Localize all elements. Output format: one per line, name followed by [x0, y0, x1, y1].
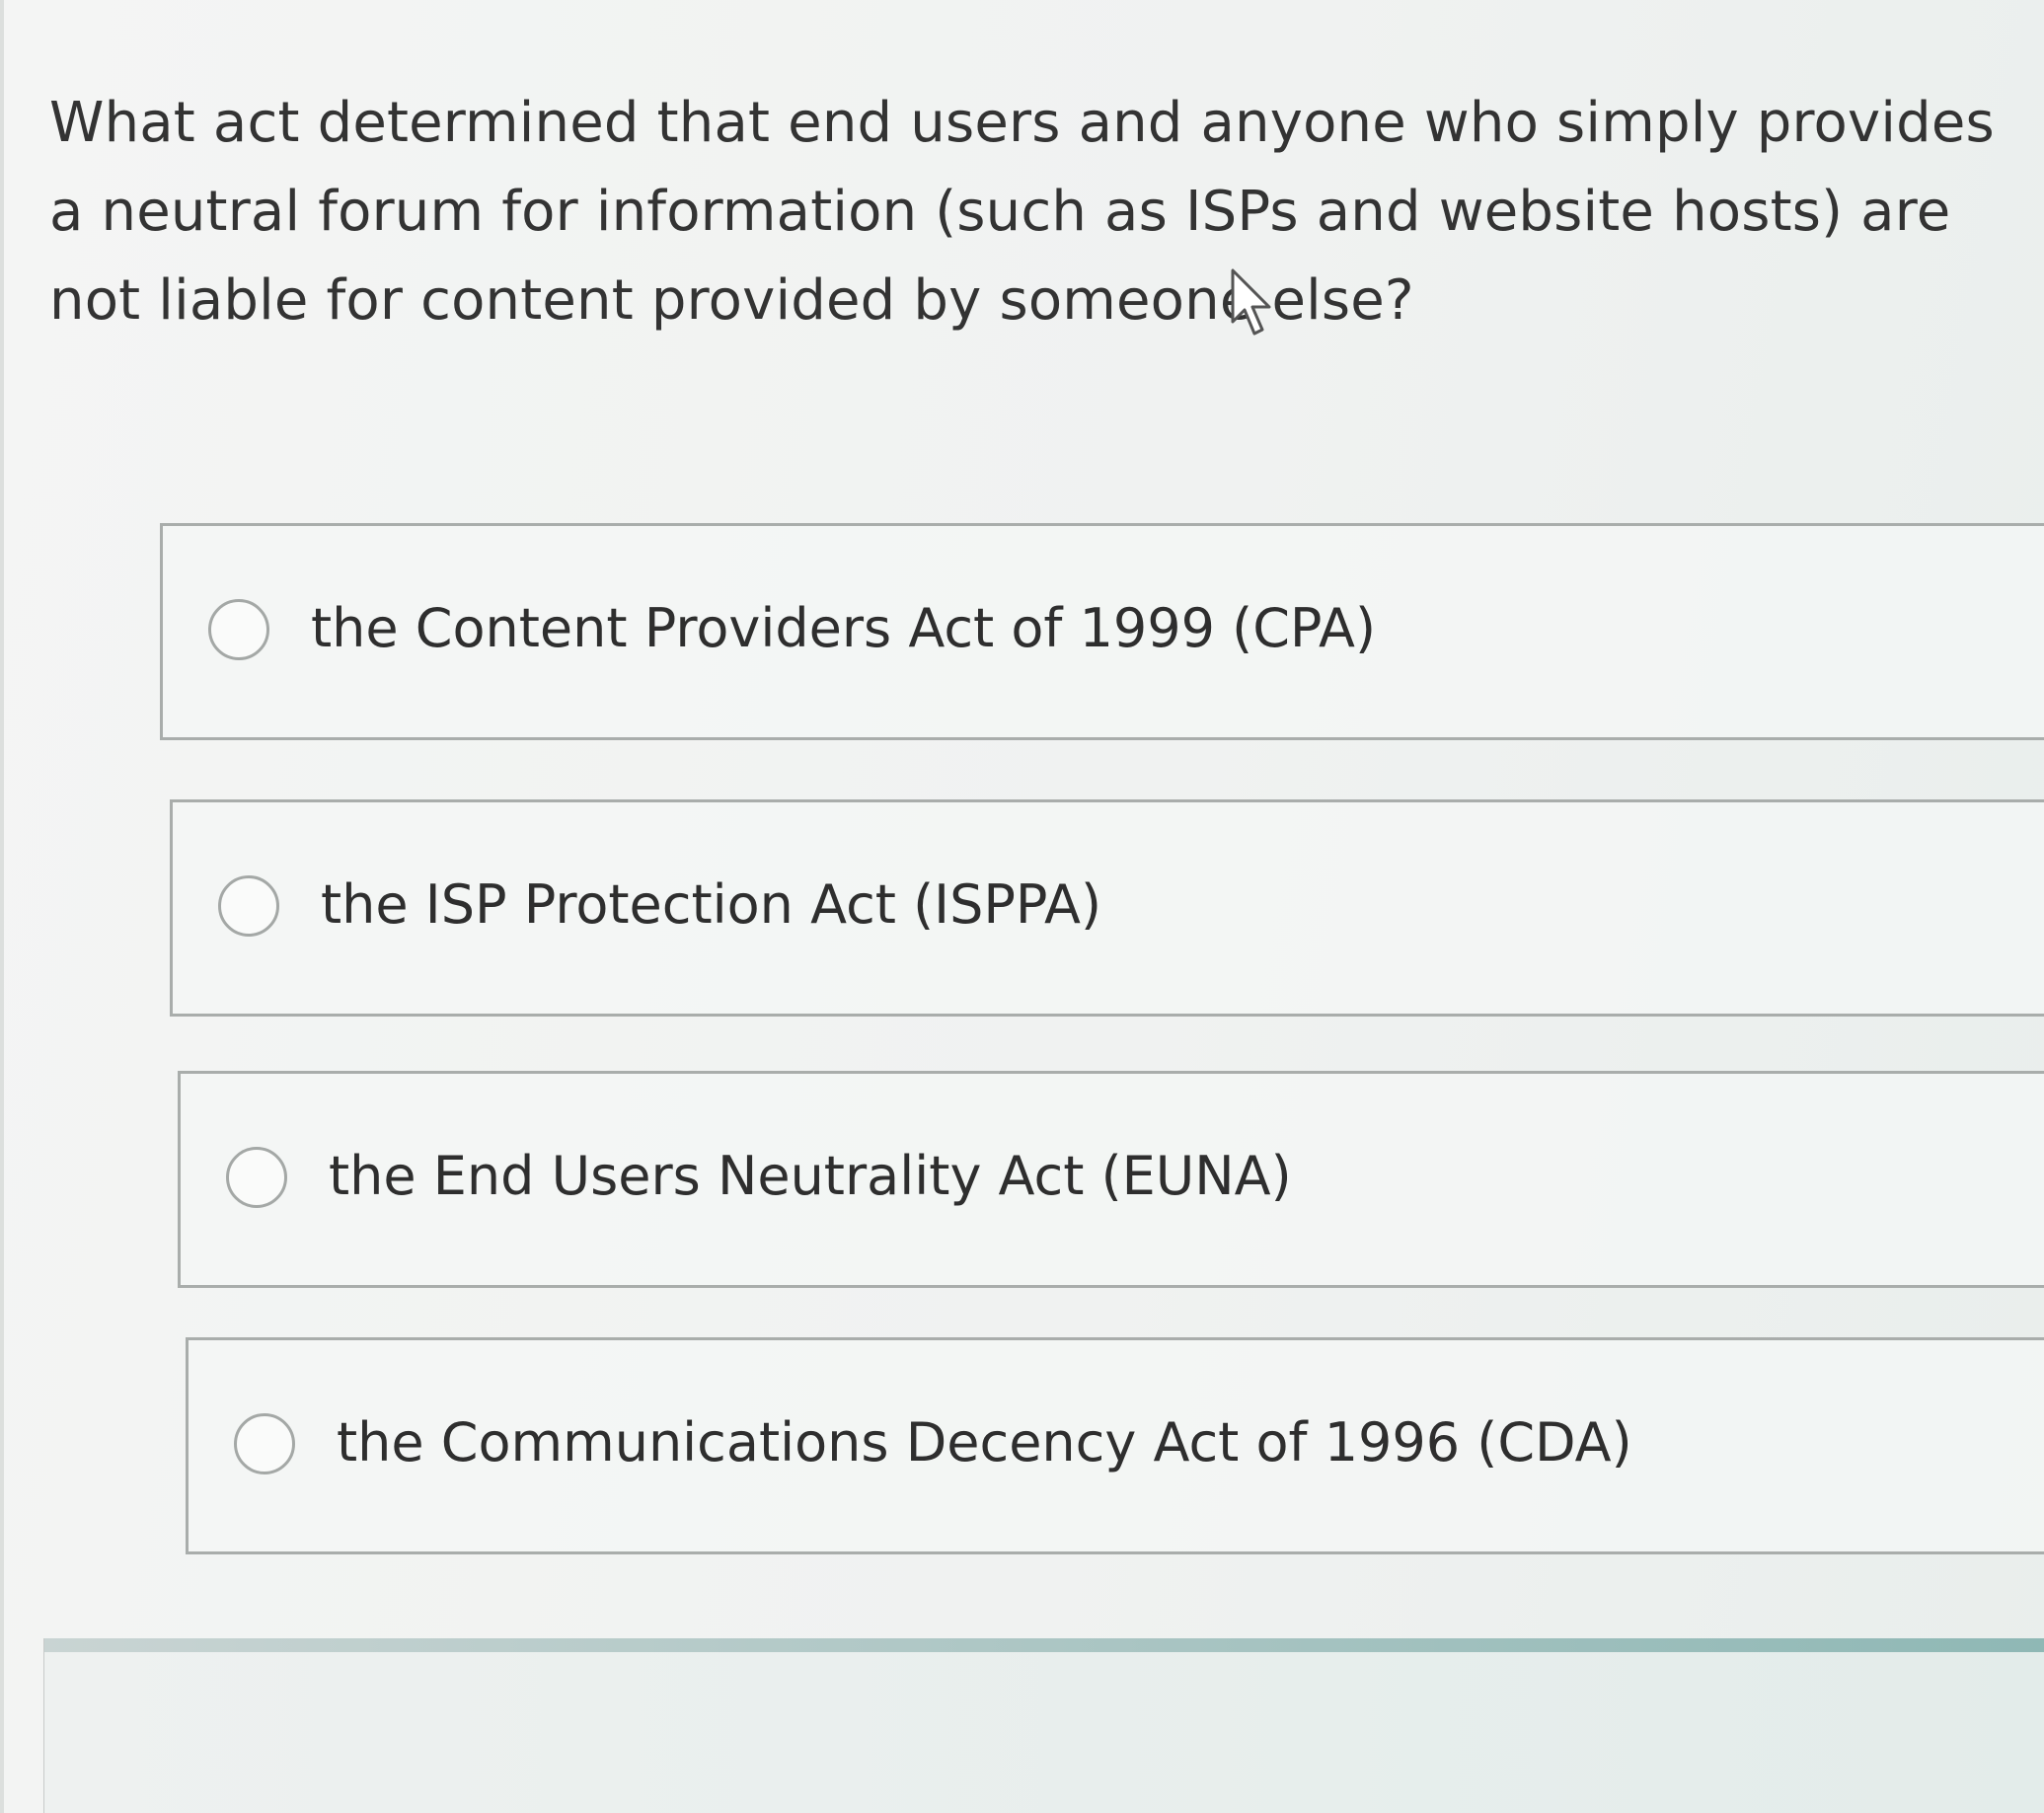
answer-option-label: the End Users Neutrality Act (EUNA) — [329, 1145, 1292, 1207]
radio-unchecked-icon[interactable] — [234, 1413, 295, 1474]
answer-option-label: the ISP Protection Act (ISPPA) — [321, 873, 1102, 936]
answer-option-cpa[interactable]: the Content Providers Act of 1999 (CPA) — [160, 523, 2044, 740]
answer-option-label: the Communications Decency Act of 1996 (… — [337, 1411, 1632, 1473]
radio-unchecked-icon[interactable] — [226, 1147, 287, 1208]
quiz-page: What act determined that end users and a… — [0, 0, 2044, 1813]
answer-options: the Content Providers Act of 1999 (CPA) … — [0, 0, 2044, 1813]
footer-area — [44, 1652, 2044, 1813]
mouse-pointer-icon — [1231, 268, 1271, 336]
answer-option-euna[interactable]: the End Users Neutrality Act (EUNA) — [178, 1071, 2044, 1288]
answer-option-label: the Content Providers Act of 1999 (CPA) — [311, 597, 1377, 659]
radio-unchecked-icon[interactable] — [218, 875, 279, 937]
footer-divider — [44, 1638, 2044, 1652]
answer-option-isppa[interactable]: the ISP Protection Act (ISPPA) — [170, 799, 2044, 1017]
radio-unchecked-icon[interactable] — [208, 599, 269, 660]
answer-option-cda[interactable]: the Communications Decency Act of 1996 (… — [186, 1337, 2044, 1554]
